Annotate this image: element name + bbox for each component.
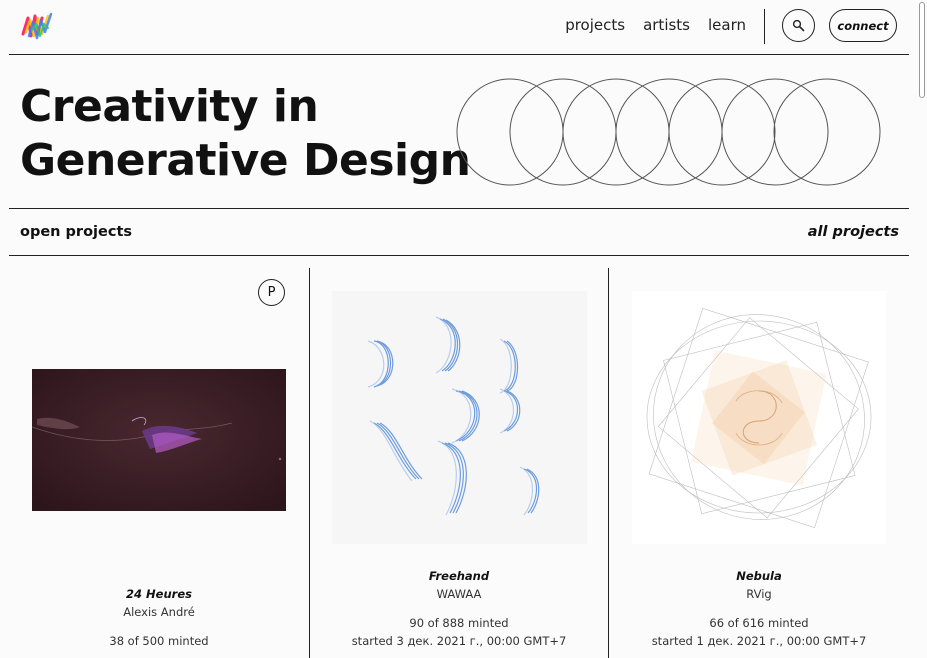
nav-learn[interactable]: learn: [708, 16, 746, 34]
fxhash-logo-icon[interactable]: [20, 10, 54, 42]
project-artist[interactable]: Alexis André: [9, 605, 309, 619]
start-date: started 3 дек. 2021 г., 00:00 GMT+7: [351, 634, 567, 648]
project-artist[interactable]: RVig: [609, 587, 909, 601]
project-title[interactable]: Nebula: [609, 569, 909, 583]
nav-projects[interactable]: projects: [565, 16, 625, 34]
project-title[interactable]: Freehand: [310, 569, 608, 583]
minted-count: 38 of 500 minted: [109, 634, 209, 648]
all-projects-link[interactable]: all projects: [808, 224, 899, 240]
hero-title: Creativity in Generative Design: [20, 80, 471, 188]
section-bottom-divider: [9, 255, 909, 256]
main-nav: projects artists learn: [565, 16, 746, 34]
nav-divider: [764, 9, 765, 44]
header-divider: [9, 54, 909, 55]
project-artwork[interactable]: [332, 291, 587, 544]
project-artist[interactable]: WAWAA: [310, 587, 608, 601]
project-title[interactable]: 24 Heures: [9, 587, 309, 601]
search-icon: [792, 19, 805, 32]
nav-artists[interactable]: artists: [643, 16, 690, 34]
hero-title-line1: Creativity in: [20, 81, 319, 132]
page-scrollbar[interactable]: [918, 0, 927, 100]
premint-badge: P: [258, 279, 285, 306]
open-projects-bar: open projects all projects: [0, 209, 910, 255]
section-heading: open projects: [20, 224, 132, 240]
project-card[interactable]: Nebula RVig 66 of 616 minted started 1 д…: [609, 268, 909, 658]
project-card[interactable]: Freehand WAWAA 90 of 888 minted started …: [310, 268, 608, 658]
minted-count: 90 of 888 minted: [409, 616, 509, 630]
project-artwork[interactable]: [32, 369, 286, 511]
hero-circles-graphic: [456, 78, 881, 186]
scrollbar-thumb[interactable]: [919, 2, 925, 98]
connect-button[interactable]: connect: [829, 9, 897, 42]
site-header: projects artists learn connect: [0, 0, 910, 54]
search-button[interactable]: [782, 9, 815, 42]
project-card[interactable]: 24 Heures Alexis André 38 of 500 minted: [9, 268, 309, 658]
start-date: started 1 дек. 2021 г., 00:00 GMT+7: [651, 634, 867, 648]
minted-count: 66 of 616 minted: [709, 616, 809, 630]
hero-title-line2: Generative Design: [20, 135, 471, 186]
project-artwork[interactable]: [632, 291, 886, 544]
